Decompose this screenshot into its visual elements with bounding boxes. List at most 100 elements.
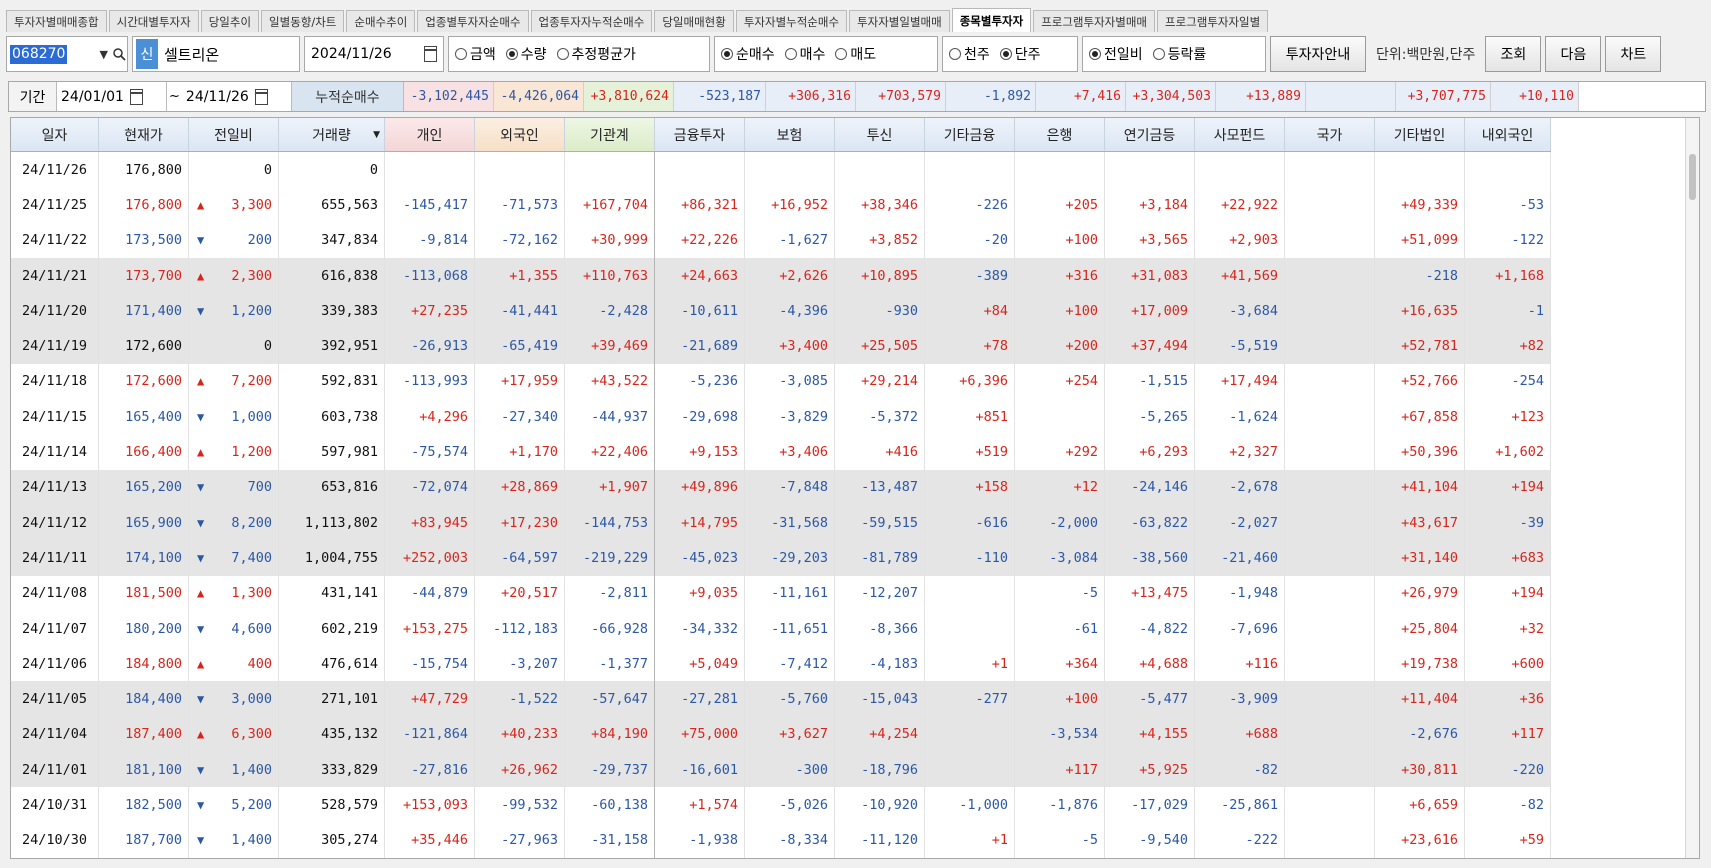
column-header[interactable]: 금융투자 [655,118,745,151]
investor-guide-button[interactable]: 투자자안내 [1270,36,1366,72]
tab-item[interactable]: 업종투자자누적순매수 [530,10,653,32]
price-cell: 184,400 [99,681,189,717]
table-row[interactable]: 24/11/20 171,400 ▼ 1,200 339,383 +27,235 -41,4… [11,293,1551,329]
column-header[interactable]: 개인 [385,118,475,151]
investor-value-cell [1285,646,1375,682]
radio-option[interactable]: 매도 [835,44,876,64]
investor-value-cell: -5,265 [1105,399,1195,435]
investor-value-cell: +26,962 [475,752,565,788]
scrollbar-thumb[interactable] [1689,154,1696,200]
tab-item[interactable]: 프로그램투자자일별 [1157,10,1269,32]
column-header[interactable]: 내외국인 [1465,118,1551,151]
vertical-scrollbar[interactable] [1685,118,1699,858]
column-header[interactable]: 기타법인 [1375,118,1465,151]
calendar-icon[interactable] [424,46,437,62]
table-row[interactable]: 24/11/12 165,900 ▼ 8,200 1,113,802 +83,945 +17… [11,504,1551,541]
query-button[interactable]: 조회 [1485,36,1542,72]
radio-option[interactable]: 전일비 [1089,44,1143,64]
radio-option[interactable]: 추정평균가 [556,44,636,64]
column-header[interactable]: 보험 [745,118,835,151]
tab-item[interactable]: 업종별투자자순매수 [417,10,529,32]
down-triangle-icon: ▼ [197,762,205,777]
investor-value-cell: +49,896 [655,469,745,505]
table-row[interactable]: 24/11/06 184,800 ▲ 400 476,614 -15,754 -3,207-… [11,646,1551,682]
sort-dropdown-icon[interactable]: ▼ [373,130,380,140]
table-row[interactable]: 24/11/01 181,100 ▼ 1,400 333,829 -27,816 +26,9… [11,752,1551,788]
column-header[interactable]: 사모펀드 [1195,118,1285,151]
up-triangle-icon: ▲ [197,656,205,671]
table-row[interactable]: 24/11/11 174,100 ▼ 7,400 1,004,755 +252,003 -6… [11,540,1551,576]
investor-value-cell [655,152,745,188]
table-row[interactable]: 24/11/04 187,400 ▲ 6,300 435,132 -121,864 +40,… [11,716,1551,753]
new-listing-badge: 신 [136,39,158,69]
search-icon[interactable] [112,37,127,71]
table-row[interactable]: 24/10/31 182,500 ▼ 5,200 528,579 +153,093 -99,… [11,787,1551,823]
dropdown-arrow-icon[interactable]: ▼ [96,37,111,71]
column-header[interactable]: 전일비 [189,118,279,151]
down-triangle-icon: ▼ [197,409,205,424]
radio-option[interactable]: 단주 [999,44,1041,64]
investor-value-cell: +47,729 [385,681,475,717]
tab-item[interactable]: 투자자별매매종합 [6,10,107,32]
table-row[interactable]: 24/11/18 172,600 ▲ 7,200 592,831 -113,993 +17,… [11,363,1551,400]
investor-data-grid[interactable]: 일자 현재가 전일비 거래량 ▼ 개인 외국인 기관계 금융투자 보험 투신 기타금융 은행 연기금등 사모… [10,117,1700,859]
column-header[interactable]: 국가 [1285,118,1375,151]
radio-option[interactable]: 천주 [949,44,990,64]
column-header[interactable]: 외국인 [475,118,565,151]
table-row[interactable]: 24/11/21 173,700 ▲ 2,300 616,838 -113,068 +1,3… [11,257,1551,294]
tab-item[interactable]: 일별동향/차트 [261,10,345,32]
table-row[interactable]: 24/11/07 180,200 ▼ 4,600 602,219 +153,275 -112… [11,610,1551,647]
table-row[interactable]: 24/11/22 173,500 ▼ 200 347,834 -9,814 -72,162 +… [11,222,1551,258]
radio-option[interactable]: 매수 [784,44,825,64]
end-date-input[interactable]: 24/11/26 [182,82,292,111]
table-row[interactable]: 24/11/13 165,200 ▼ 700 653,816 -72,074 +28,869… [11,469,1551,505]
column-header[interactable]: 기관계 [565,118,655,151]
investor-value-cell: +3,406 [745,434,835,470]
tab-item[interactable]: 순매수추이 [346,10,416,32]
column-header[interactable]: 거래량 ▼ [279,118,385,151]
radio-option[interactable]: 금액 [455,44,496,64]
tab-item[interactable]: 시간대별투자자 [108,10,199,32]
tab-item[interactable]: 종목별투자자 [951,8,1032,32]
column-header[interactable]: 일자 [11,118,99,151]
column-header[interactable]: 기타금융 [925,118,1015,151]
table-row[interactable]: 24/11/05 184,400 ▼ 3,000 271,101 +47,729 -1,52… [11,681,1551,717]
radio-option[interactable]: 순매수 [721,44,775,64]
column-header[interactable]: 투신 [835,118,925,151]
investor-value-cell: +43,522 [565,363,655,400]
tab-item[interactable]: 투자자별누적순매수 [735,10,848,32]
price-cell: 181,100 [99,752,189,788]
table-row[interactable]: 24/11/26 176,800 0 0 [11,152,1551,188]
column-header[interactable]: 연기금등 [1105,118,1195,151]
investor-value-cell: +27,235 [385,293,475,329]
investor-value-cell: +17,009 [1105,293,1195,329]
investor-value-cell [925,752,1015,788]
tab-item[interactable]: 투자자별일별매매 [849,10,950,32]
investor-value-cell: -5,236 [655,363,745,400]
table-row[interactable]: 24/11/25 176,800 ▲ 3,300 655,563 -145,417 -71,… [11,187,1551,223]
investor-value-cell [1285,187,1375,223]
radio-option[interactable]: 수량 [505,44,547,64]
tab-item[interactable]: 프로그램투자자별매매 [1033,10,1155,32]
tab-item[interactable]: 당일매매현황 [654,10,734,32]
table-row[interactable]: 24/11/15 165,400 ▼ 1,000 603,738 +4,296 -27,34… [11,399,1551,435]
column-header-label: 사모펀드 [1213,127,1266,144]
investor-value-cell [1285,575,1375,611]
calendar-icon[interactable] [129,88,143,105]
radio-option[interactable]: 등락률 [1152,44,1206,64]
table-row[interactable]: 24/10/30 187,700 ▼ 1,400 305,274 +35,446 -27,9… [11,822,1551,858]
table-row[interactable]: 24/11/14 166,400 ▲ 1,200 597,981 -75,574 +1,17… [11,434,1551,470]
column-header[interactable]: 은행 [1015,118,1105,151]
tab-item[interactable]: 당일추이 [200,10,260,32]
chart-button[interactable]: 차트 [1605,36,1662,72]
start-date-input[interactable]: 24/01/01 [57,82,167,111]
date-input[interactable]: 2024/11/26 [304,36,444,72]
table-row[interactable]: 24/11/19 172,600 0 392,951 -26,913 -65,419 +39… [11,328,1551,364]
column-header-label: 보험 [776,127,803,144]
table-row[interactable]: 24/11/08 181,500 ▲ 1,300 431,141 -44,879 +20,5… [11,575,1551,611]
stock-code-input[interactable]: 068270 [7,37,96,71]
date-cell: 24/11/11 [11,540,99,576]
column-header[interactable]: 현재가 [99,118,189,151]
next-button[interactable]: 다음 [1545,36,1602,72]
calendar-icon[interactable] [254,88,268,105]
